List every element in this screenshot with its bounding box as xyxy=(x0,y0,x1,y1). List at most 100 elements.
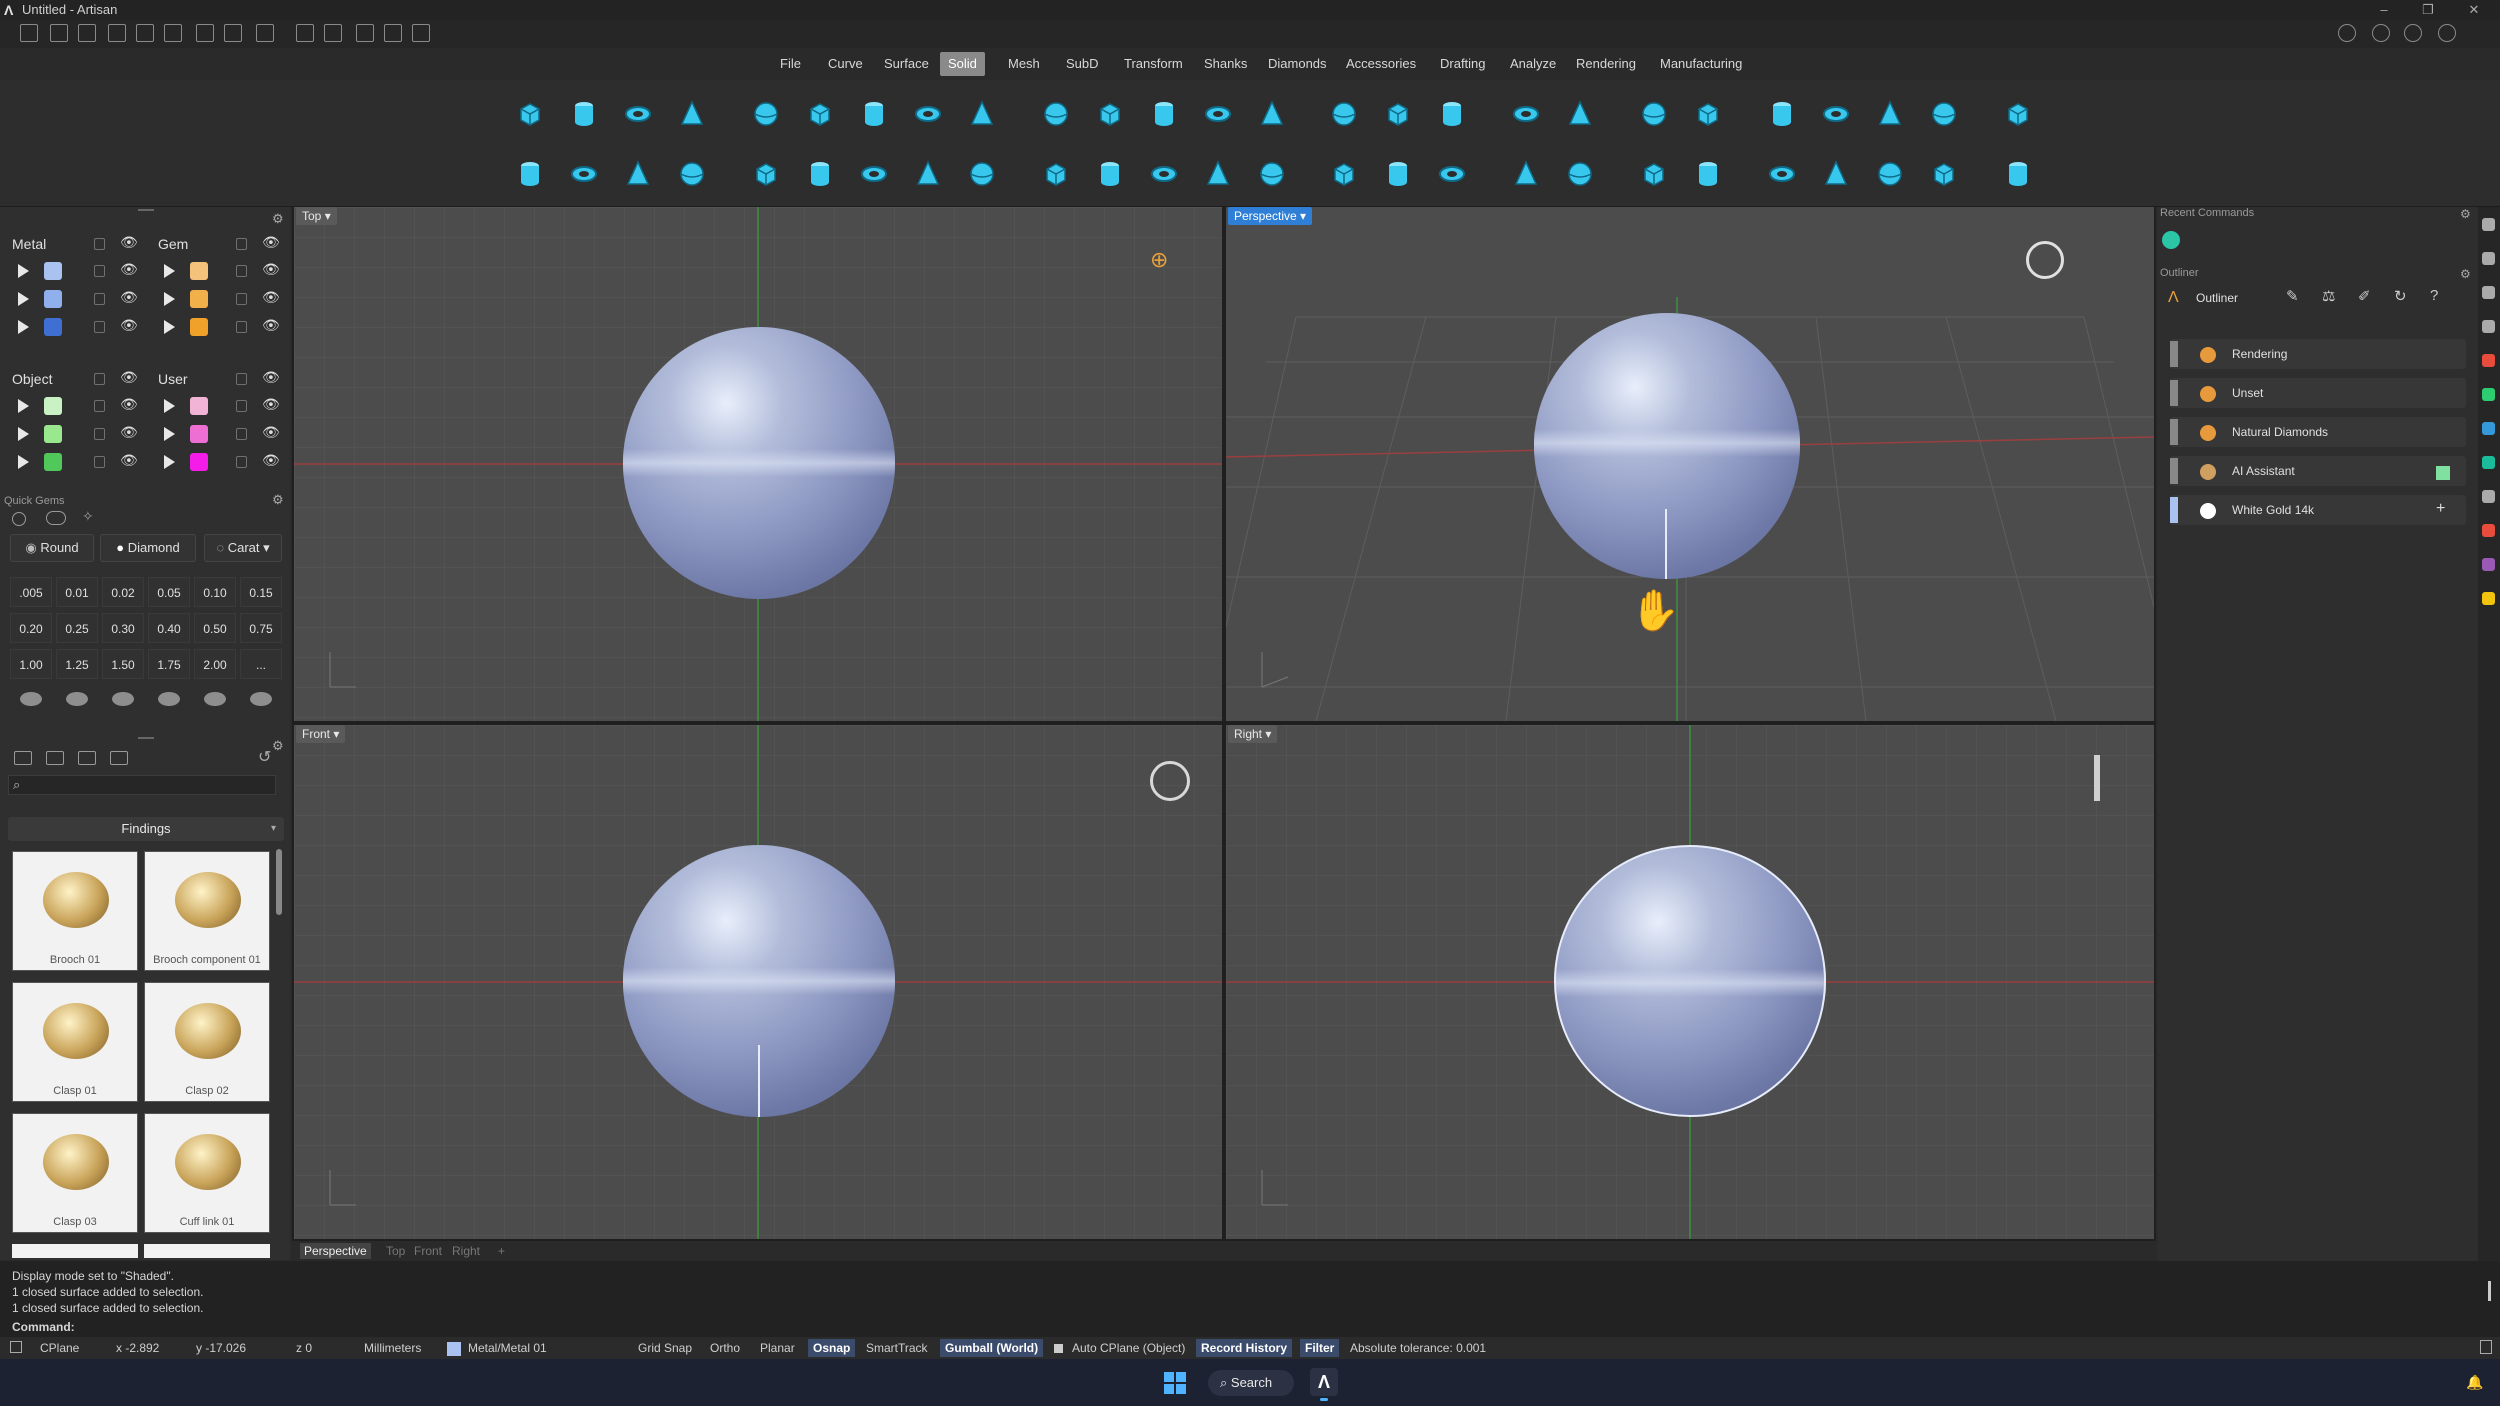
library-search-input[interactable]: ⌕ xyxy=(8,775,276,795)
menu-manufacturing[interactable]: Manufacturing xyxy=(1652,52,1750,76)
layer-metal-visibility-eye-icon[interactable]: 👁 xyxy=(120,261,138,278)
gem-preset-5-icon[interactable] xyxy=(204,692,226,706)
render-icon[interactable] xyxy=(324,24,342,42)
carat-size-8-button[interactable]: 0.30 xyxy=(102,613,144,643)
outliner-row-unset[interactable]: Unset xyxy=(2170,378,2466,408)
gem-preset-6-icon[interactable] xyxy=(250,692,272,706)
layer-metal-visibility-eye-icon[interactable]: 👁 xyxy=(120,317,138,334)
carat-size-7-button[interactable]: 0.25 xyxy=(56,613,98,643)
layers-icon[interactable] xyxy=(2404,24,2422,42)
save-to-library-icon[interactable] xyxy=(78,751,96,765)
layer-user-lock-icon[interactable] xyxy=(236,428,247,440)
edit-icon[interactable]: ✐ xyxy=(2358,287,2371,305)
panel-toggle-icon[interactable] xyxy=(2480,1340,2492,1354)
status-current-layer[interactable]: Metal/Metal 01 xyxy=(468,1339,547,1357)
library-item-thumbnail-partial[interactable] xyxy=(144,1244,270,1258)
refresh-library-icon[interactable]: ↺ xyxy=(258,747,271,767)
layer-object-visibility-eye-icon[interactable]: 👁 xyxy=(120,452,138,469)
ribbon-solid-edit-tool-1-icon[interactable] xyxy=(1688,94,1728,134)
layer-metal-lock-icon[interactable] xyxy=(94,293,105,305)
ribbon-sweep-tool-2-icon[interactable] xyxy=(1036,154,1076,194)
redo-icon[interactable] xyxy=(164,24,182,42)
ribbon-move-face-tool-2-icon[interactable] xyxy=(1762,154,1802,194)
recent-command-icon[interactable] xyxy=(2162,231,2180,249)
export-icon[interactable] xyxy=(296,24,314,42)
layer-user-visibility-eye-icon[interactable]: 👁 xyxy=(262,452,280,469)
layer-metal-expand-icon[interactable] xyxy=(18,292,29,306)
menu-diamonds[interactable]: Diamonds xyxy=(1260,52,1335,76)
layer-user-lock-icon[interactable] xyxy=(236,456,247,468)
front-viewport-label[interactable]: Front ▾ xyxy=(296,725,346,743)
layer-object-lock-icon[interactable] xyxy=(94,428,105,440)
ribbon-box-tool-1-icon[interactable] xyxy=(510,94,550,134)
outliner-row-ai-assistant[interactable]: AI Assistant xyxy=(2170,456,2466,486)
side-tool-11-icon[interactable] xyxy=(2482,558,2495,571)
view-tab-right[interactable]: Right xyxy=(448,1243,484,1259)
layer-user-expand-icon[interactable] xyxy=(164,399,175,413)
gem-preset-4-icon[interactable] xyxy=(158,692,180,706)
ribbon-rect-frame-tool-2-icon[interactable] xyxy=(746,154,786,194)
top-viewport[interactable]: Top ▾ ⊕ xyxy=(294,207,1222,721)
carat-size-16-button[interactable]: 2.00 xyxy=(194,649,236,679)
layer-gem-color-swatch[interactable] xyxy=(190,318,208,336)
right-viewport-label[interactable]: Right ▾ xyxy=(1228,725,1278,743)
layer-object-expand-icon[interactable] xyxy=(18,427,29,441)
sphere-object[interactable] xyxy=(623,845,895,1117)
carat-size-button[interactable]: ◌ Carat ▾ xyxy=(204,534,282,562)
about-icon[interactable] xyxy=(2372,24,2390,42)
save-icon[interactable] xyxy=(196,24,214,42)
ortho-toggle[interactable]: Ortho xyxy=(710,1339,740,1357)
command-prompt[interactable]: Command: xyxy=(12,1320,75,1334)
refresh-icon[interactable]: ↻ xyxy=(2394,287,2407,305)
gem-preset-1-icon[interactable] xyxy=(20,692,42,706)
sphere-object-selected[interactable] xyxy=(1554,845,1826,1117)
layer-user-color-swatch[interactable] xyxy=(190,397,208,415)
side-tool-3-icon[interactable] xyxy=(2482,286,2495,299)
view-tab-perspective[interactable]: Perspective xyxy=(300,1243,371,1259)
library-item-thumbnail[interactable]: Clasp 02 xyxy=(144,982,270,1102)
layer-group-gem-eye-icon[interactable]: 👁 xyxy=(262,234,280,251)
record-history-toggle[interactable]: Record History xyxy=(1196,1339,1293,1357)
carat-size-5-button[interactable]: 0.15 xyxy=(240,577,282,607)
carat-size-9-button[interactable]: 0.40 xyxy=(148,613,190,643)
library-item-thumbnail[interactable]: Cuff link 01 xyxy=(144,1113,270,1233)
side-tool-6-icon[interactable] xyxy=(2482,388,2495,401)
menu-drafting[interactable]: Drafting xyxy=(1432,52,1494,76)
ribbon-fillet-tool-1-icon[interactable] xyxy=(1432,94,1472,134)
new-template-icon[interactable] xyxy=(50,24,68,42)
grid-view-icon[interactable] xyxy=(110,751,128,765)
ribbon-split-tool-1-icon[interactable] xyxy=(1560,94,1600,134)
gem-wand-icon[interactable]: ✧ xyxy=(82,508,94,525)
save-as-icon[interactable] xyxy=(224,24,242,42)
ribbon-gumball-tool-2-icon[interactable] xyxy=(1924,154,1964,194)
ribbon-extract-tool-1-icon[interactable] xyxy=(1816,94,1856,134)
drag-handle[interactable] xyxy=(138,737,154,739)
view-tab-top[interactable]: Top xyxy=(382,1243,409,1259)
layer-metal-expand-icon[interactable] xyxy=(18,264,29,278)
menu-solid[interactable]: Solid xyxy=(940,52,985,76)
attach-icon[interactable] xyxy=(356,24,374,42)
layer-group-object-eye-icon[interactable]: 👁 xyxy=(120,369,138,386)
layer-object-visibility-eye-icon[interactable]: 👁 xyxy=(120,424,138,441)
ribbon-extrude-tool-1-icon[interactable] xyxy=(1252,94,1292,134)
ribbon-boolean-union-tool-2-icon[interactable] xyxy=(1324,154,1364,194)
top-viewport-label[interactable]: Top ▾ xyxy=(296,207,337,225)
recent-commands-gear-icon[interactable]: ⚙ xyxy=(2460,207,2471,221)
import-icon[interactable] xyxy=(256,24,274,42)
view-tab-add[interactable]: + xyxy=(494,1243,509,1259)
ribbon-history-tool-2-icon[interactable] xyxy=(1870,154,1910,194)
carat-size-12-button[interactable]: 1.00 xyxy=(10,649,52,679)
menu-rendering[interactable]: Rendering xyxy=(1568,52,1644,76)
layer-user-expand-icon[interactable] xyxy=(164,455,175,469)
add-folder-icon[interactable] xyxy=(46,751,64,765)
outliner-row-rendering[interactable]: Rendering xyxy=(2170,339,2466,369)
front-viewport[interactable]: Front ▾ xyxy=(294,725,1222,1239)
layer-group-metal-eye-icon[interactable]: 👁 xyxy=(120,234,138,251)
ribbon-revolve-tool-2-icon[interactable] xyxy=(1090,154,1130,194)
notification-bell-icon[interactable]: 🔔 xyxy=(2466,1374,2483,1391)
round-shape-button[interactable]: ◉ Round xyxy=(10,534,94,562)
drag-handle[interactable] xyxy=(138,209,154,211)
ribbon-pyramid-tool-1-icon[interactable] xyxy=(854,94,894,134)
layer-object-color-swatch[interactable] xyxy=(44,453,62,471)
ribbon-cone-tool-1-icon[interactable] xyxy=(800,94,840,134)
